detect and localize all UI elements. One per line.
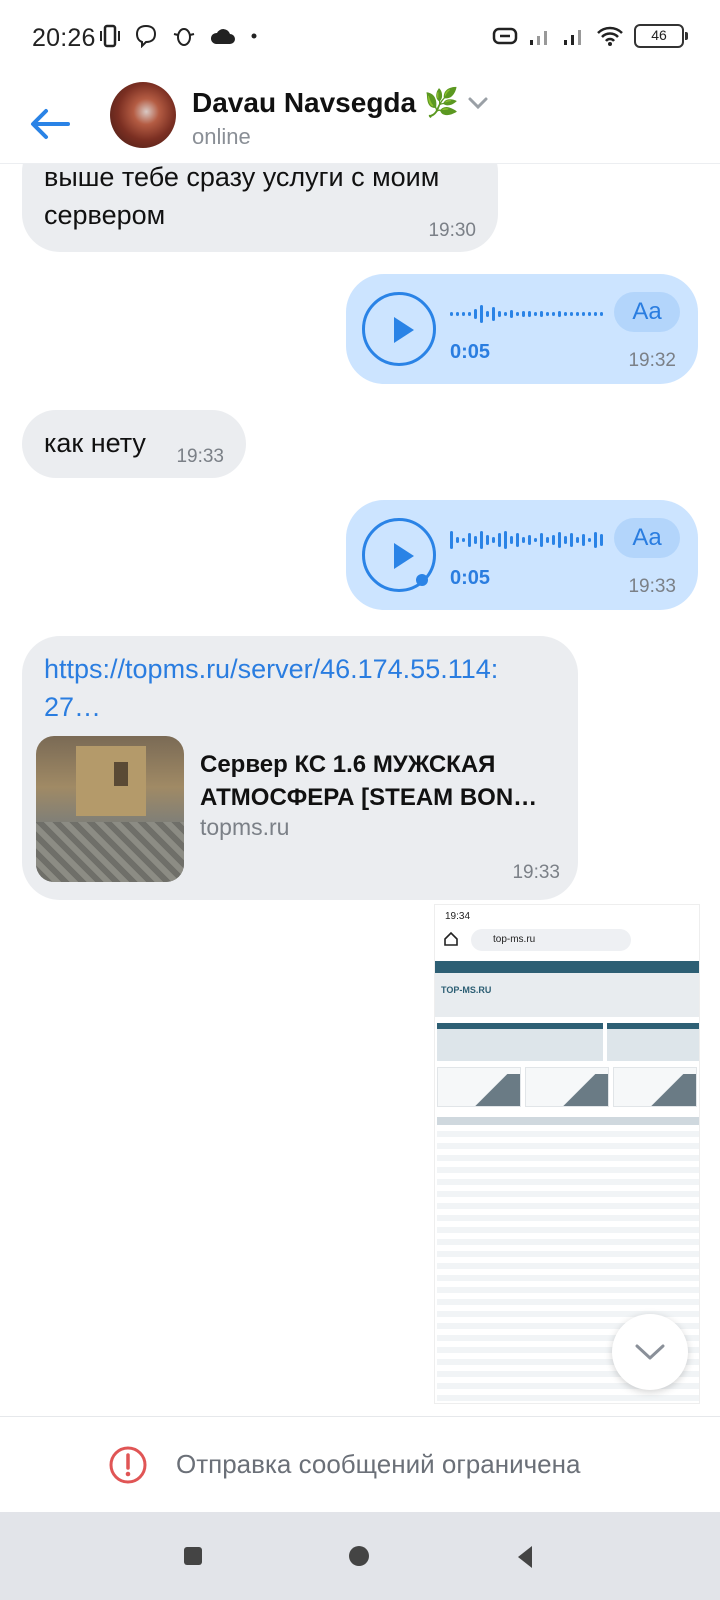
voice-duration: 0:05	[450, 567, 491, 589]
incoming-link-message[interactable]: https://topms.ru/server/46.174.55.114:27…	[22, 636, 578, 900]
link-icon	[492, 27, 518, 45]
outgoing-voice-message[interactable]: 0:05 Aa 19:33	[346, 500, 698, 610]
home-icon	[444, 931, 458, 946]
chevron-down-icon	[635, 1344, 665, 1360]
leaf-emoji: 🌿	[424, 87, 459, 118]
scroll-to-bottom-button[interactable]	[612, 1314, 688, 1390]
back-arrow-icon[interactable]	[28, 94, 74, 140]
battery-indicator: 46	[634, 24, 688, 48]
message-time: 19:33	[512, 862, 560, 883]
signal-icon-2	[564, 30, 581, 45]
link-preview-title[interactable]: Сервер КС 1.6 МУЖСКАЯ АТМОСФЕРА [STEAM B…	[200, 748, 540, 814]
bug-icon	[173, 28, 195, 46]
message-time: 19:33	[628, 576, 676, 597]
transcribe-button[interactable]: Aa	[614, 292, 680, 332]
incoming-text-message[interactable]: выше тебе сразу услуги с моим сервером 1…	[22, 164, 498, 252]
dot-icon	[251, 33, 257, 39]
play-button[interactable]	[362, 292, 436, 366]
status-bar: 20:26 46	[0, 0, 720, 80]
embedded-logo: TOP-MS.RU	[441, 985, 492, 995]
avatar[interactable]	[110, 82, 176, 148]
viber-icon	[135, 24, 157, 48]
contact-status: online	[192, 124, 251, 149]
message-text: выше тебе сразу услуги с моим сервером	[44, 164, 440, 230]
signal-icon	[530, 31, 547, 45]
cloud-icon	[210, 29, 235, 44]
restricted-message-text: Отправка сообщений ограничена	[176, 1449, 581, 1479]
wifi-icon	[597, 26, 623, 46]
message-list[interactable]: выше тебе сразу услуги с моим сервером 1…	[0, 164, 720, 1416]
embedded-url-bar: top-ms.ru	[471, 929, 631, 951]
voice-waveform[interactable]	[450, 528, 603, 552]
home-button[interactable]	[349, 1546, 369, 1566]
link-preview-thumbnail[interactable]	[36, 736, 184, 882]
chat-title[interactable]: Davau Navsegda 🌿	[192, 86, 489, 119]
vibrate-icon	[100, 24, 120, 48]
composer-restricted: Отправка сообщений ограничена	[0, 1416, 720, 1512]
chevron-down-icon[interactable]	[467, 96, 489, 110]
outgoing-voice-message[interactable]: 0:05 Aa 19:32	[346, 274, 698, 384]
message-text: как нету	[44, 428, 146, 458]
status-time: 20:26	[32, 24, 96, 52]
link-preview-domain: topms.ru	[200, 814, 290, 840]
message-link[interactable]: https://topms.ru/server/46.174.55.114:27…	[44, 650, 504, 726]
embedded-status-time: 19:34	[445, 911, 471, 922]
incoming-text-message[interactable]: как нету 19:33	[22, 410, 246, 478]
voice-duration: 0:05	[450, 341, 491, 363]
message-time: 19:33	[176, 446, 224, 467]
message-time: 19:32	[628, 350, 676, 371]
system-nav-bar	[0, 1512, 720, 1600]
unplayed-indicator	[416, 574, 428, 586]
recent-apps-button[interactable]	[184, 1547, 202, 1565]
embedded-url: top-ms.ru	[493, 934, 536, 945]
voice-waveform[interactable]	[450, 302, 603, 326]
warning-icon	[109, 1446, 147, 1484]
contact-name: Davau Navsegda	[192, 86, 417, 118]
transcribe-button[interactable]: Aa	[614, 518, 680, 558]
chat-header: Davau Navsegda 🌿 online	[0, 80, 720, 164]
system-back-button[interactable]	[518, 1546, 532, 1568]
message-time: 19:30	[428, 220, 476, 241]
